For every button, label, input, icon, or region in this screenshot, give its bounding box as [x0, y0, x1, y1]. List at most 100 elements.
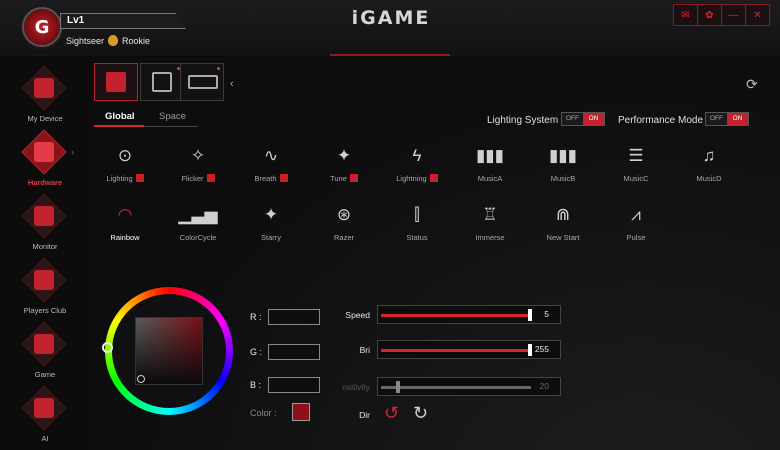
g-input[interactable] — [268, 344, 320, 360]
effect-label-text: New Start — [546, 233, 580, 242]
slider-nsitivity[interactable]: 20 — [377, 377, 561, 396]
effect-label: MusicA — [455, 174, 525, 183]
effect-razer[interactable]: ⊛ Razer — [309, 204, 379, 254]
effect-label: Rainbow — [90, 233, 160, 242]
slider-thumb[interactable] — [528, 309, 532, 321]
level-text: Lv1 — [67, 15, 85, 26]
lighting-system-toggle[interactable]: OFF ON — [561, 112, 605, 126]
feedback-icon[interactable]: ✿ — [697, 4, 722, 26]
rotate-ccw-icon[interactable]: ↺ — [384, 403, 399, 423]
effect-musica[interactable]: ▮▮▮ MusicA — [455, 145, 525, 195]
effect-label-text: MusicB — [550, 174, 576, 183]
sidebar-item-hardware[interactable]: › Hardware — [0, 129, 90, 193]
slider-thumb[interactable] — [396, 381, 400, 393]
effect-immerse-icon: ♖ — [482, 205, 498, 224]
effect-label: Immerse — [455, 233, 525, 242]
effect-lightning-icon: ϟ — [412, 146, 422, 165]
rotate-cw-icon[interactable]: ↻ — [413, 403, 428, 423]
slider-value: 20 — [539, 381, 549, 391]
effect-musicb[interactable]: ▮▮▮ MusicB — [528, 145, 598, 195]
effect-colorcycle[interactable]: ▁▃▅ ColorCycle — [163, 204, 233, 254]
sidebar-label: Hardware — [27, 178, 63, 187]
effect-label: Status — [382, 233, 452, 242]
device-tab-motherboard[interactable] — [140, 63, 184, 101]
sidebar-item-ai[interactable]: AI — [0, 385, 90, 449]
saturation-knob[interactable] — [137, 375, 145, 383]
motherboard-icon — [152, 72, 172, 92]
effect-lightning[interactable]: ϟ Lightning — [382, 145, 452, 195]
slider-speed[interactable]: 5 — [377, 305, 561, 324]
toggle-off: OFF — [562, 113, 583, 125]
effect-label-text: Starry — [260, 233, 281, 242]
performance-mode-label: Performance Mode — [618, 115, 704, 126]
effect-label: MusicB — [528, 174, 598, 183]
effect-pulse[interactable]: ⩘ Pulse — [601, 204, 671, 254]
effect-label-text: Lighting — [106, 174, 133, 183]
effect-label-text: Pulse — [626, 233, 646, 242]
sidebar-item-players-club[interactable]: Players Club — [0, 257, 90, 321]
effect-label-text: Razer — [333, 233, 354, 242]
effect-label: Starry — [236, 233, 306, 242]
sidebar: My Device › Hardware Monitor Players Clu… — [0, 57, 90, 450]
effect-tune-icon: ✦ — [336, 146, 352, 165]
refresh-icon[interactable]: ⟳ — [746, 76, 758, 93]
effect-status[interactable]: ⫿ Status — [382, 204, 452, 254]
sidebar-item-game[interactable]: Game — [0, 321, 90, 385]
effect-enabled-marker[interactable] — [206, 174, 215, 182]
effect-enabled-marker[interactable] — [429, 174, 438, 182]
effect-rainbow[interactable]: ◠ Rainbow — [90, 204, 160, 254]
device-tab-cooler[interactable] — [94, 63, 138, 101]
effect-tune[interactable]: ✦ Tune — [309, 145, 379, 195]
b-label: B : — [250, 380, 262, 390]
effect-pulse-icon: ⩘ — [631, 205, 641, 224]
device-tab-memory[interactable] — [180, 63, 224, 101]
effect-enabled-marker[interactable] — [349, 174, 358, 182]
slider-bri[interactable]: 255 — [377, 340, 561, 359]
performance-mode-toggle[interactable]: OFF ON — [705, 112, 749, 126]
effect-musicc[interactable]: ☰ MusicC — [601, 145, 671, 195]
effect-enabled-marker[interactable] — [135, 174, 144, 182]
g-label: G : — [250, 347, 263, 357]
hue-knob[interactable] — [102, 342, 113, 353]
monitor-icon — [21, 65, 67, 111]
sidebar-item-monitor[interactable]: Monitor — [0, 193, 90, 257]
effect-label: MusicD — [674, 174, 744, 183]
effect-immerse[interactable]: ♖ Immerse — [455, 204, 525, 254]
effect-breath[interactable]: ∿ Breath — [236, 145, 306, 195]
hardware-icon — [21, 129, 67, 175]
close-icon[interactable]: ✕ — [745, 4, 770, 26]
slider-thumb[interactable] — [528, 344, 532, 356]
slider-track[interactable] — [381, 386, 531, 389]
effect-rainbow-icon: ◠ — [117, 205, 133, 224]
effect-starry[interactable]: ✦ Starry — [236, 204, 306, 254]
r-input[interactable] — [268, 309, 320, 325]
effect-lighting[interactable]: ⊙ Lighting — [90, 145, 160, 195]
back-arrow-icon[interactable]: ‹ — [230, 78, 234, 90]
sidebar-item-my-device[interactable]: My Device — [0, 65, 90, 129]
b-input[interactable] — [268, 377, 320, 393]
notice-icon[interactable]: ✉ — [673, 4, 698, 26]
minimize-icon[interactable]: — — [721, 4, 746, 26]
effect-label: Lightning — [382, 174, 452, 183]
user-avatar[interactable]: G — [22, 7, 62, 47]
effect-musicd[interactable]: ♫ MusicD — [674, 145, 744, 195]
effect-new-start[interactable]: ⋒ New Start — [528, 204, 598, 254]
tab-global[interactable]: Global — [105, 111, 135, 122]
logo-letter: G — [34, 16, 50, 38]
color-swatch[interactable] — [292, 403, 310, 421]
rank-icon — [108, 35, 119, 46]
main-content: ‹ ⟳ Global Space Lighting System OFF ON … — [90, 57, 780, 450]
cooler-icon — [106, 72, 126, 92]
sidebar-label: AI — [41, 434, 49, 443]
title-bar: G Lv1 Sightseer Rookie iGAME ✉ ✿ — ✕ — [0, 0, 780, 56]
window-controls: ✉ ✿ — ✕ — [673, 4, 770, 26]
effect-enabled-marker[interactable] — [279, 174, 288, 182]
toggle-off: OFF — [706, 113, 727, 125]
slider-fill — [381, 314, 531, 317]
sidebar-label: My Device — [27, 114, 63, 123]
tab-space[interactable]: Space — [159, 111, 186, 122]
effect-status-icon: ⫿ — [414, 205, 420, 224]
saturation-square[interactable] — [135, 317, 203, 385]
effect-flicker[interactable]: ✧ Flicker — [163, 145, 233, 195]
color-wheel[interactable] — [102, 287, 233, 415]
